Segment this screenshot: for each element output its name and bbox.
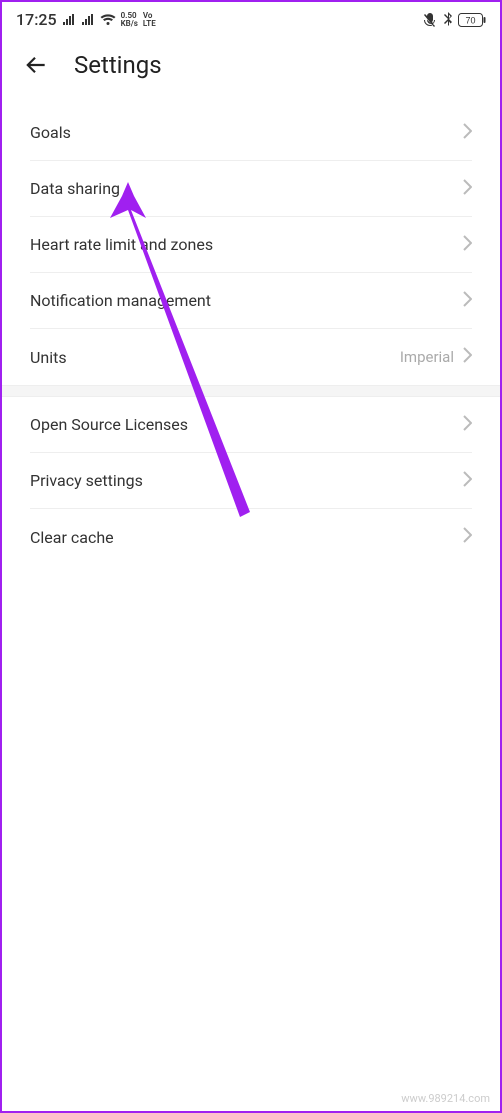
status-left: 17:25 0.50 KB/s Vo LTE bbox=[16, 10, 156, 29]
settings-item-notification[interactable]: Notification management bbox=[30, 273, 472, 329]
chevron-right-icon bbox=[462, 291, 472, 311]
signal-icon-1 bbox=[62, 14, 76, 26]
status-bar: 17:25 0.50 KB/s Vo LTE 70 bbox=[2, 2, 500, 33]
settings-item-units[interactable]: Units Imperial bbox=[30, 329, 472, 385]
bluetooth-icon bbox=[443, 12, 453, 28]
chevron-right-icon bbox=[462, 415, 472, 435]
list-item-label: Privacy settings bbox=[30, 471, 143, 490]
chevron-right-icon bbox=[462, 179, 472, 199]
settings-item-open-source[interactable]: Open Source Licenses bbox=[30, 397, 472, 453]
header: Settings bbox=[2, 33, 500, 105]
list-item-label: Units bbox=[30, 348, 67, 367]
list-item-label: Notification management bbox=[30, 291, 211, 310]
watermark: www.989214.com bbox=[401, 1092, 490, 1105]
volte-label: Vo LTE bbox=[143, 12, 156, 28]
battery-pct-text: 70 bbox=[465, 15, 475, 25]
list-item-label: Heart rate limit and zones bbox=[30, 235, 213, 254]
chevron-right-icon bbox=[462, 527, 472, 547]
chevron-right-icon bbox=[462, 347, 472, 367]
list-item-label: Clear cache bbox=[30, 528, 114, 547]
list-item-label: Data sharing bbox=[30, 179, 120, 198]
chevron-right-icon bbox=[462, 123, 472, 143]
settings-item-privacy[interactable]: Privacy settings bbox=[30, 453, 472, 509]
back-button[interactable] bbox=[22, 51, 50, 79]
page-title: Settings bbox=[74, 51, 162, 79]
chevron-right-icon bbox=[462, 235, 472, 255]
signal-icon-2 bbox=[81, 14, 95, 26]
list-item-label: Goals bbox=[30, 123, 71, 142]
mute-icon bbox=[422, 12, 438, 28]
settings-item-heart-rate[interactable]: Heart rate limit and zones bbox=[30, 217, 472, 273]
status-time: 17:25 bbox=[16, 10, 57, 29]
settings-item-data-sharing[interactable]: Data sharing bbox=[30, 161, 472, 217]
settings-item-clear-cache[interactable]: Clear cache bbox=[30, 509, 472, 565]
battery-icon: 70 bbox=[458, 13, 486, 27]
list-item-label: Open Source Licenses bbox=[30, 415, 188, 434]
settings-group-1: Goals Data sharing Heart rate limit and … bbox=[2, 105, 500, 565]
list-item-value: Imperial bbox=[400, 348, 454, 366]
settings-item-goals[interactable]: Goals bbox=[30, 105, 472, 161]
chevron-right-icon bbox=[462, 471, 472, 491]
wifi-icon bbox=[100, 14, 116, 26]
arrow-left-icon bbox=[23, 52, 49, 78]
status-right: 70 bbox=[422, 12, 486, 28]
section-divider bbox=[2, 385, 500, 397]
data-speed-label: 0.50 KB/s bbox=[121, 12, 138, 28]
